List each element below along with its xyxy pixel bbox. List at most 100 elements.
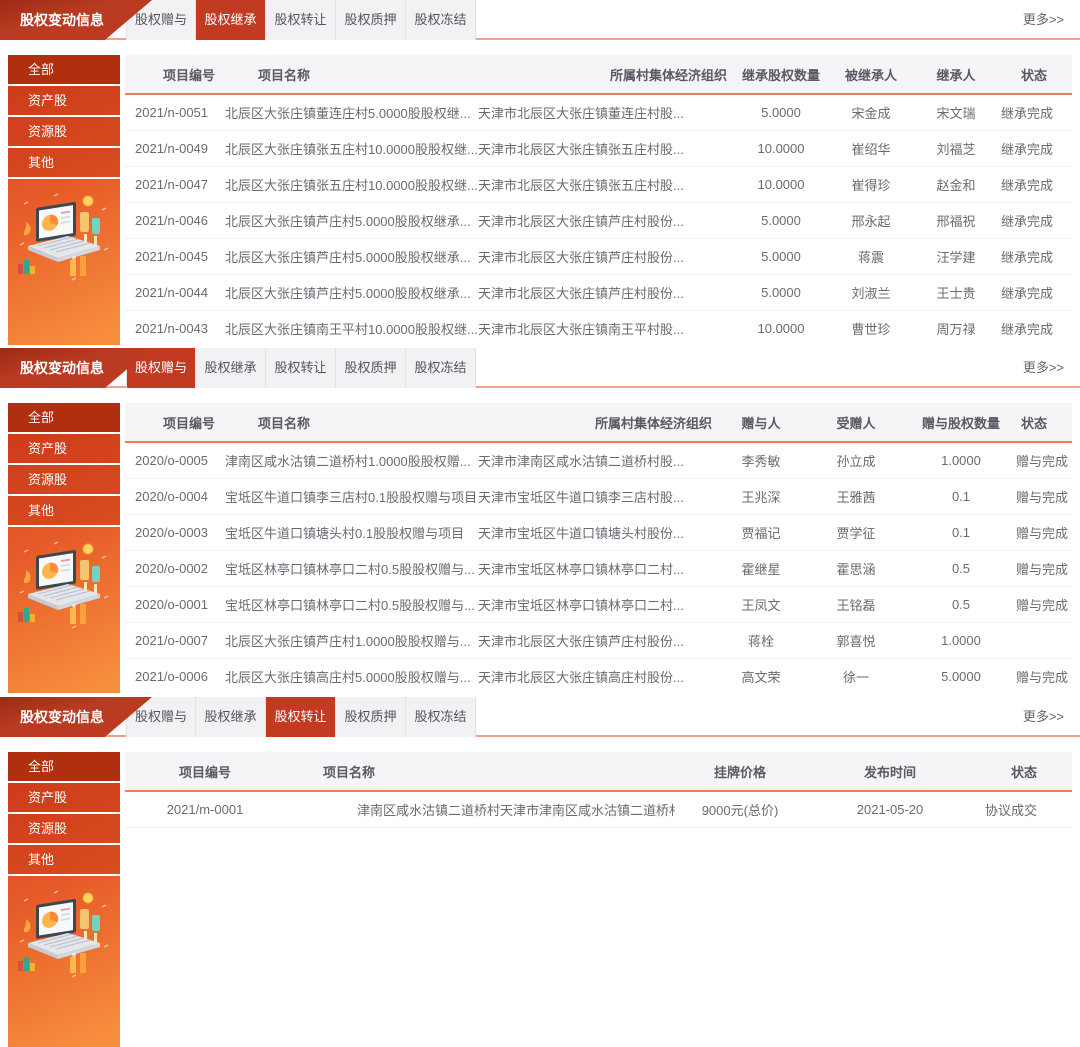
sidebar-item-asset-shares[interactable]: 资产股 <box>8 86 120 117</box>
tab-equity-transfer[interactable]: 股权转让 <box>266 0 336 40</box>
column-header: 项目编号 <box>125 413 225 432</box>
table-cell: 王兆深 <box>716 487 806 506</box>
table-header-row: 项目编号项目名称所属村集体经济组织赠与人受赠人赠与股权数量状态 <box>125 403 1072 443</box>
tab-equity-inheritance[interactable]: 股权继承 <box>196 0 266 40</box>
table-cell: 贾福记 <box>716 523 806 542</box>
table-row[interactable]: 2020/o-0002宝坻区林亭口镇林亭口二村0.5股股权赠与...天津市宝坻区… <box>125 551 1072 587</box>
sidebar-item-all[interactable]: 全部 <box>8 752 120 783</box>
table-cell: 9000元(总价) <box>675 800 805 819</box>
panel-header: 股权变动信息 股权赠与股权继承股权转让股权质押股权冻结 更多>> <box>0 348 1080 388</box>
more-link[interactable]: 更多>> <box>1023 0 1064 40</box>
table-cell: 2021/o-0007 <box>125 633 225 648</box>
table-row[interactable]: 2020/o-0003宝坻区牛道口镇塘头村0.1股股权赠与项目天津市宝坻区牛道口… <box>125 515 1072 551</box>
table-cell: 继承完成 <box>1001 139 1072 158</box>
table-cell: 曹世珍 <box>831 319 911 338</box>
table-cell: 高文荣 <box>716 667 806 686</box>
tab-equity-pledge[interactable]: 股权质押 <box>336 0 406 40</box>
table-body: 2021/n-0051北辰区大张庄镇董连庄村5.0000股股权继...天津市北辰… <box>125 95 1072 345</box>
table-row[interactable]: 2021/n-0044北辰区大张庄镇芦庄村5.0000股股权继承...天津市北辰… <box>125 275 1072 311</box>
table-cell: 邢福祝 <box>911 211 1001 230</box>
table-row[interactable]: 2021/o-0006北辰区大张庄镇高庄村5.0000股股权赠与...天津市北辰… <box>125 659 1072 693</box>
table-cell: 10.0000 <box>731 177 831 192</box>
table-row[interactable]: 2021/n-0043北辰区大张庄镇南王平村10.0000股股权继...天津市北… <box>125 311 1072 345</box>
sidebar-item-resource-shares[interactable]: 资源股 <box>8 465 120 496</box>
sidebar-item-other[interactable]: 其他 <box>8 496 120 527</box>
tab-bar: 股权赠与股权继承股权转让股权质押股权冻结 <box>126 0 476 40</box>
column-header: 挂牌价格 <box>675 762 805 781</box>
sidebar-item-asset-shares[interactable]: 资产股 <box>8 783 120 814</box>
table-cell: 天津市北辰区大张庄镇张五庄村股... <box>478 175 731 194</box>
sidebar-item-other[interactable]: 其他 <box>8 148 120 179</box>
table-cell: 2020/o-0002 <box>125 561 225 576</box>
table-cell: 0.1 <box>906 525 1016 540</box>
tab-equity-inheritance[interactable]: 股权继承 <box>196 697 266 737</box>
table-cell: 北辰区大张庄镇芦庄村5.0000股股权继承... <box>225 283 478 302</box>
tab-equity-freeze[interactable]: 股权冻结 <box>406 348 476 388</box>
column-header: 项目名称 <box>225 413 478 432</box>
table-cell: 2021/n-0046 <box>125 213 225 228</box>
column-header: 状态 <box>1001 65 1072 84</box>
table-row[interactable]: 2020/o-0004宝坻区牛道口镇李三店村0.1股股权赠与项目天津市宝坻区牛道… <box>125 479 1072 515</box>
table-cell: 北辰区大张庄镇南王平村10.0000股股权继... <box>225 319 478 338</box>
category-list: 全部资产股资源股其他 <box>8 752 120 876</box>
tab-equity-pledge[interactable]: 股权质押 <box>336 348 406 388</box>
table-row[interactable]: 2021/n-0047北辰区大张庄镇张五庄村10.0000股股权继...天津市北… <box>125 167 1072 203</box>
category-sidebar: 全部资产股资源股其他 <box>8 752 120 1047</box>
inheritance-table: 项目编号项目名称所属村集体经济组织继承股权数量被继承人继承人状态 2021/n-… <box>125 55 1072 345</box>
tab-equity-freeze[interactable]: 股权冻结 <box>406 0 476 40</box>
table-cell: 宝坻区林亭口镇林亭口二村0.5股股权赠与... <box>225 559 478 578</box>
sidebar-item-asset-shares[interactable]: 资产股 <box>8 434 120 465</box>
sidebar-item-all[interactable]: 全部 <box>8 403 120 434</box>
table-cell: 贾学征 <box>806 523 906 542</box>
column-header: 继承人 <box>911 65 1001 84</box>
category-list: 全部资产股资源股其他 <box>8 55 120 179</box>
sidebar-item-resource-shares[interactable]: 资源股 <box>8 117 120 148</box>
more-link[interactable]: 更多>> <box>1023 348 1064 388</box>
table-row[interactable]: 2021/o-0007北辰区大张庄镇芦庄村1.0000股股权赠与...天津市北辰… <box>125 623 1072 659</box>
table-cell: 天津市北辰区大张庄镇芦庄村股份... <box>478 283 731 302</box>
table-cell: 2021/n-0044 <box>125 285 225 300</box>
tab-equity-pledge[interactable]: 股权质押 <box>336 697 406 737</box>
table-cell: 2020/o-0005 <box>125 453 225 468</box>
table-row[interactable]: 2020/o-0001宝坻区林亭口镇林亭口二村0.5股股权赠与...天津市宝坻区… <box>125 587 1072 623</box>
table-cell: 蒋栓 <box>716 631 806 650</box>
tab-equity-inheritance[interactable]: 股权继承 <box>196 348 266 388</box>
table-cell: 1.0000 <box>906 453 1016 468</box>
panel-equity-transfer: 股权变动信息 股权赠与股权继承股权转让股权质押股权冻结 更多>> 全部资产股资源… <box>0 697 1080 1047</box>
table-cell: 赠与完成 <box>1016 451 1072 470</box>
table-cell: 10.0000 <box>731 141 831 156</box>
table-row[interactable]: 2021/n-0051北辰区大张庄镇董连庄村5.0000股股权继...天津市北辰… <box>125 95 1072 131</box>
table-row[interactable]: 2021/n-0049北辰区大张庄镇张五庄村10.0000股股权继...天津市北… <box>125 131 1072 167</box>
table-row[interactable]: 2021/m-0001津南区咸水沽镇二道桥村天津市津南区咸水沽镇二道桥村股份经.… <box>125 792 1072 828</box>
laptop-analytics-illustration <box>14 887 114 987</box>
table-row[interactable]: 2020/o-0005津南区咸水沽镇二道桥村1.0000股股权赠...天津市津南… <box>125 443 1072 479</box>
column-header: 项目名称 <box>225 65 478 84</box>
table-cell: 北辰区大张庄镇芦庄村1.0000股股权赠与... <box>225 631 478 650</box>
table-row[interactable]: 2021/n-0045北辰区大张庄镇芦庄村5.0000股股权继承...天津市北辰… <box>125 239 1072 275</box>
table-cell: 刘淑兰 <box>831 283 911 302</box>
column-header: 所属村集体经济组织 <box>478 413 716 432</box>
table-cell: 霍继星 <box>716 559 806 578</box>
table-header-row: 项目编号项目名称所属村集体经济组织继承股权数量被继承人继承人状态 <box>125 55 1072 95</box>
table-cell: 天津市北辰区大张庄镇董连庄村股... <box>478 103 731 122</box>
tab-equity-freeze[interactable]: 股权冻结 <box>406 697 476 737</box>
tab-equity-transfer[interactable]: 股权转让 <box>266 697 336 737</box>
table-cell: 协议成交 <box>975 800 1072 819</box>
table-cell: 赠与完成 <box>1016 559 1072 578</box>
table-cell: 0.1 <box>906 489 1016 504</box>
sidebar-item-all[interactable]: 全部 <box>8 55 120 86</box>
table-cell: 10.0000 <box>731 321 831 336</box>
table-cell: 赠与完成 <box>1016 595 1072 614</box>
laptop-analytics-illustration <box>14 190 114 290</box>
sidebar-item-other[interactable]: 其他 <box>8 845 120 876</box>
tab-equity-transfer[interactable]: 股权转让 <box>266 348 336 388</box>
sidebar-item-resource-shares[interactable]: 资源股 <box>8 814 120 845</box>
table-cell: 刘福芝 <box>911 139 1001 158</box>
table-row[interactable]: 2021/n-0046北辰区大张庄镇芦庄村5.0000股股权继承...天津市北辰… <box>125 203 1072 239</box>
table-cell: 蒋震 <box>831 247 911 266</box>
more-link[interactable]: 更多>> <box>1023 697 1064 737</box>
table-cell: 霍思涵 <box>806 559 906 578</box>
table-cell: 继承完成 <box>1001 211 1072 230</box>
category-list: 全部资产股资源股其他 <box>8 403 120 527</box>
table-cell: 郭喜悦 <box>806 631 906 650</box>
